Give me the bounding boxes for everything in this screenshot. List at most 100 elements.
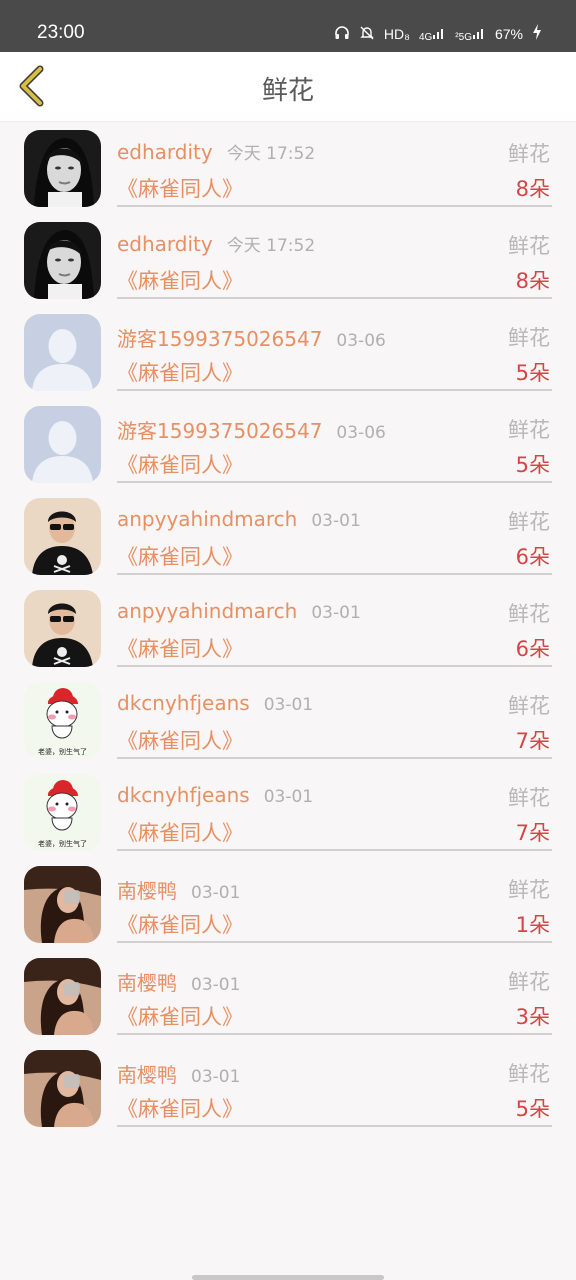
username[interactable]: 南樱鸭 03-01	[117, 1059, 240, 1088]
book-title[interactable]: 《麻雀同人》	[117, 357, 243, 387]
username[interactable]: 游客1599375026547 03-06	[117, 415, 386, 444]
gift-name: 鲜花	[508, 326, 550, 350]
battery-level: 67%	[494, 26, 523, 42]
username-text: 南樱鸭	[117, 879, 177, 903]
bell-off-icon	[359, 25, 375, 44]
status-bar: 23:00 HD₈ 4G ²5G 67%	[0, 0, 576, 52]
username[interactable]: anpyyahindmarch 03-01	[117, 599, 361, 623]
divider	[117, 1033, 552, 1035]
book-title[interactable]: 《麻雀同人》	[117, 449, 243, 479]
book-title[interactable]: 《麻雀同人》	[117, 173, 243, 203]
username-text: 南樱鸭	[117, 971, 177, 995]
avatar[interactable]: 老婆，别生气了	[24, 682, 101, 759]
avatar[interactable]: 老婆，别生气了	[24, 774, 101, 851]
list-item[interactable]: 游客1599375026547 03-06 鲜花 《麻雀同人》 5朵	[0, 306, 576, 398]
avatar[interactable]	[24, 406, 101, 483]
flower-count: 8朵	[515, 269, 550, 293]
headphones-icon	[334, 25, 350, 44]
list-item[interactable]: 南樱鸭 03-01 鲜花 《麻雀同人》 3朵	[0, 950, 576, 1042]
hd-label: HD₈	[383, 26, 410, 42]
divider	[117, 665, 552, 667]
nav-bar: 鲜花	[0, 52, 576, 122]
username[interactable]: edhardity 今天 17:52	[117, 139, 315, 164]
flower-count: 3朵	[515, 1005, 550, 1029]
flower-count: 1朵	[515, 913, 550, 937]
username-text: anpyyahindmarch	[117, 599, 298, 623]
timestamp: 03-01	[191, 975, 241, 995]
svg-text:老婆，别生气了: 老婆，别生气了	[38, 839, 87, 848]
list-item[interactable]: 南樱鸭 03-01 鲜花 《麻雀同人》 1朵	[0, 858, 576, 950]
list-item[interactable]: edhardity 今天 17:52 鲜花 《麻雀同人》 8朵	[0, 122, 576, 214]
avatar[interactable]	[24, 590, 101, 667]
timestamp: 03-06	[336, 423, 386, 443]
list-item[interactable]: 游客1599375026547 03-06 鲜花 《麻雀同人》 5朵	[0, 398, 576, 490]
list-item[interactable]: anpyyahindmarch 03-01 鲜花 《麻雀同人》 6朵	[0, 582, 576, 674]
flower-count: 6朵	[515, 637, 550, 661]
book-title[interactable]: 《麻雀同人》	[117, 817, 243, 847]
flower-count: 5朵	[515, 1097, 550, 1121]
username[interactable]: 南樱鸭 03-01	[117, 875, 240, 904]
divider	[117, 297, 552, 299]
flower-list: edhardity 今天 17:52 鲜花 《麻雀同人》 8朵 edhardity…	[0, 122, 576, 1134]
username[interactable]: anpyyahindmarch 03-01	[117, 507, 361, 531]
divider	[117, 1125, 552, 1127]
flower-count: 8朵	[515, 177, 550, 201]
book-title[interactable]: 《麻雀同人》	[117, 633, 243, 663]
book-title[interactable]: 《麻雀同人》	[117, 541, 243, 571]
signal-4g-icon: 4G	[419, 26, 446, 43]
svg-text:老婆，别生气了: 老婆，别生气了	[38, 747, 87, 756]
home-indicator[interactable]	[192, 1275, 384, 1280]
username-text: anpyyahindmarch	[117, 507, 298, 531]
gift-name: 鲜花	[508, 142, 550, 166]
book-title[interactable]: 《麻雀同人》	[117, 909, 243, 939]
divider	[117, 849, 552, 851]
avatar[interactable]	[24, 314, 101, 391]
gift-name: 鲜花	[508, 602, 550, 626]
divider	[117, 941, 552, 943]
gift-name: 鲜花	[508, 878, 550, 902]
username[interactable]: 游客1599375026547 03-06	[117, 323, 386, 352]
divider	[117, 757, 552, 759]
username[interactable]: 南樱鸭 03-01	[117, 967, 240, 996]
status-time: 23:00	[37, 22, 85, 43]
book-title[interactable]: 《麻雀同人》	[117, 1001, 243, 1031]
username[interactable]: dkcnyhfjeans 03-01	[117, 783, 313, 807]
list-item[interactable]: anpyyahindmarch 03-01 鲜花 《麻雀同人》 6朵	[0, 490, 576, 582]
avatar[interactable]	[24, 958, 101, 1035]
gift-name: 鲜花	[508, 970, 550, 994]
username[interactable]: dkcnyhfjeans 03-01	[117, 691, 313, 715]
timestamp: 03-01	[311, 511, 361, 531]
signal-5g-label: ²5G	[455, 31, 472, 43]
timestamp: 03-01	[263, 695, 314, 715]
username-text: 游客1599375026547	[117, 327, 323, 351]
username-text: dkcnyhfjeans	[117, 691, 250, 715]
book-title[interactable]: 《麻雀同人》	[117, 265, 243, 295]
username[interactable]: edhardity 今天 17:52	[117, 231, 315, 256]
flower-count: 6朵	[515, 545, 550, 569]
flower-count: 5朵	[515, 453, 550, 477]
username-text: 游客1599375026547	[117, 419, 323, 443]
timestamp: 03-01	[311, 603, 361, 623]
timestamp: 03-06	[336, 331, 386, 351]
avatar[interactable]	[24, 866, 101, 943]
timestamp: 03-01	[191, 883, 241, 903]
avatar[interactable]	[24, 130, 101, 207]
avatar[interactable]	[24, 498, 101, 575]
list-item[interactable]: 老婆，别生气了 dkcnyhfjeans 03-01 鲜花 《麻雀同人》 7朵	[0, 766, 576, 858]
timestamp: 今天 17:52	[226, 236, 316, 256]
gift-name: 鲜花	[508, 234, 550, 258]
list-item[interactable]: edhardity 今天 17:52 鲜花 《麻雀同人》 8朵	[0, 214, 576, 306]
list-item[interactable]: 南樱鸭 03-01 鲜花 《麻雀同人》 5朵	[0, 1042, 576, 1134]
divider	[117, 481, 552, 483]
book-title[interactable]: 《麻雀同人》	[117, 725, 243, 755]
timestamp: 03-01	[263, 787, 314, 807]
signal-4g-label: 4G	[418, 31, 433, 43]
username-text: 南樱鸭	[117, 1063, 177, 1087]
timestamp: 今天 17:52	[226, 144, 316, 164]
page-title: 鲜花	[261, 76, 314, 106]
book-title[interactable]: 《麻雀同人》	[117, 1093, 243, 1123]
timestamp: 03-01	[191, 1067, 241, 1087]
list-item[interactable]: 老婆，别生气了 dkcnyhfjeans 03-01 鲜花 《麻雀同人》 7朵	[0, 674, 576, 766]
avatar[interactable]	[24, 1050, 101, 1127]
avatar[interactable]	[24, 222, 101, 299]
